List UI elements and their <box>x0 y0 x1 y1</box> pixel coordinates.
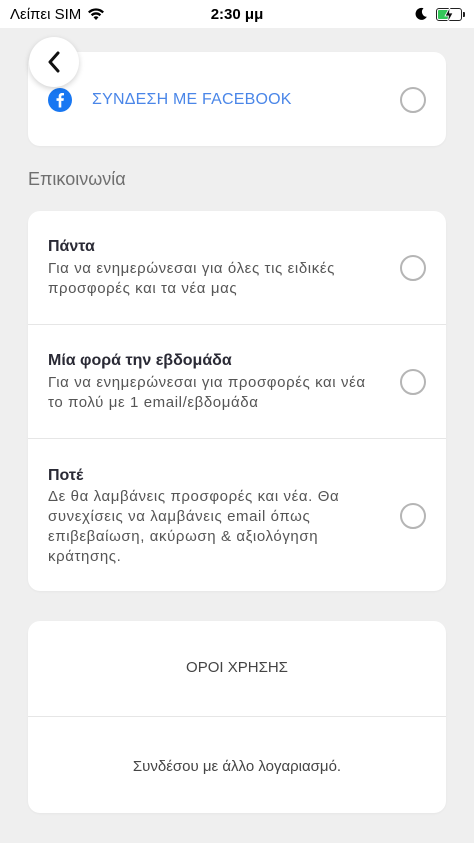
wifi-icon <box>88 8 105 20</box>
facebook-login-label: ΣΥΝΔΕΣΗ ΜΕ FACEBOOK <box>92 91 292 108</box>
back-chevron-icon <box>48 51 60 73</box>
option-always[interactable]: Πάντα Για να ενημερώνεσαι για όλες τις ε… <box>28 211 446 324</box>
facebook-radio[interactable] <box>400 87 426 113</box>
option-never[interactable]: Ποτέ Δε θα λαμβάνεις προσφορές και νέα. … <box>28 438 446 591</box>
option-title: Μία φορά την εβδομάδα <box>48 352 232 369</box>
battery-charging-icon <box>436 6 465 23</box>
account-links-card: ΟΡΟΙ ΧΡΗΣΗΣ Συνδέσου με άλλο λογαριασμό. <box>28 621 446 813</box>
moon-icon <box>415 7 427 20</box>
option-title: Ποτέ <box>48 467 84 484</box>
terms-link[interactable]: ΟΡΟΙ ΧΡΗΣΗΣ <box>28 659 446 676</box>
option-description: Δε θα λαμβάνεις προσφορές και νέα. Θα συ… <box>48 488 340 565</box>
switch-account-link[interactable]: Συνδέσου με άλλο λογαριασμό. <box>28 758 446 775</box>
section-title-communication: Επικοινωνία <box>28 169 126 189</box>
facebook-card: ΣΥΝΔΕΣΗ ΜΕ FACEBOOK <box>28 52 446 146</box>
option-description: Για να ενημερώνεσαι για όλες τις ειδικές… <box>48 260 335 297</box>
option-title: Πάντα <box>48 238 95 255</box>
option-always-radio[interactable] <box>400 255 426 281</box>
option-weekly[interactable]: Μία φορά την εβδομάδα Για να ενημερώνεσα… <box>28 324 446 438</box>
status-right <box>414 6 465 23</box>
facebook-login-row[interactable]: ΣΥΝΔΕΣΗ ΜΕ FACEBOOK <box>48 88 292 112</box>
option-description: Για να ενημερώνεσαι για προσφορές και νέ… <box>48 374 366 411</box>
facebook-icon <box>48 88 72 112</box>
option-never-radio[interactable] <box>400 503 426 529</box>
status-left: Λείπει SIM <box>10 6 105 23</box>
option-weekly-radio[interactable] <box>400 369 426 395</box>
status-bar: Λείπει SIM 2:30 μμ <box>0 0 474 28</box>
divider <box>28 716 446 717</box>
carrier-label: Λείπει SIM <box>10 5 82 23</box>
communication-card: Πάντα Για να ενημερώνεσαι για όλες τις ε… <box>28 211 446 591</box>
back-button[interactable] <box>29 37 79 87</box>
